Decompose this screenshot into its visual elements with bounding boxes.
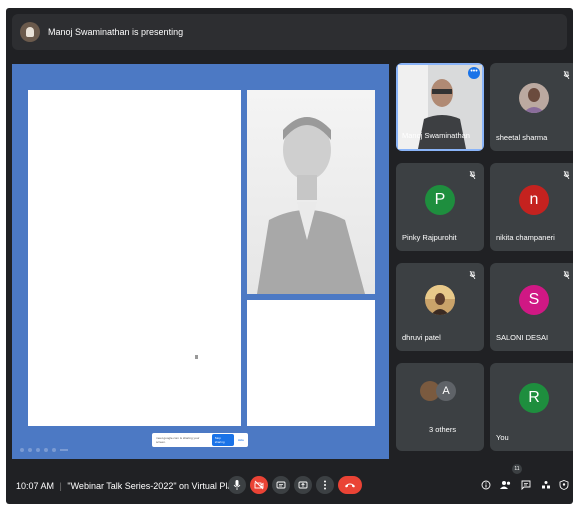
participant-tile-saloni[interactable]: S SALONI DESAI (490, 263, 573, 351)
people-icon (500, 481, 511, 489)
participant-tile-nikita[interactable]: n nikita champaneri (490, 163, 573, 251)
people-button[interactable] (500, 478, 512, 492)
participant-name: 3 others (429, 425, 457, 434)
stop-sharing-button[interactable]: Stop sharing (211, 434, 234, 446)
participant-tile-others[interactable]: A 3 others (396, 363, 484, 451)
presenting-banner: Manoj Swaminathan is presenting (12, 14, 567, 50)
host-controls-button[interactable] (558, 478, 570, 492)
captions-button[interactable] (272, 476, 290, 494)
hide-button[interactable]: Hide (238, 438, 244, 442)
more-options-button[interactable] (316, 476, 334, 494)
presenter-portrait-image (247, 90, 375, 294)
mic-off-icon (563, 271, 570, 279)
sharing-text: meet.google.com is sharing your screen. (156, 436, 200, 444)
participant-tile-dhruvi[interactable]: dhruvi patel (396, 263, 484, 351)
participant-name: sheetal sharma (496, 133, 548, 142)
mic-off-icon (563, 171, 570, 179)
presenting-text: Manoj Swaminathan is presenting (48, 27, 184, 37)
slide-divider-horizontal (247, 294, 375, 300)
participant-tile-manoj[interactable]: ••• Manoj Swaminathan (396, 63, 484, 151)
current-time: 10:07 AM (16, 481, 55, 491)
camera-off-button[interactable] (250, 476, 268, 494)
shared-slide (28, 90, 375, 426)
presenter-avatar (20, 22, 40, 42)
participant-name: dhruvi patel (402, 333, 441, 342)
info-icon (481, 480, 491, 490)
dhruvi-avatar (425, 285, 455, 315)
participant-name: You (496, 433, 509, 442)
activities-button[interactable] (540, 478, 552, 492)
pinky-avatar: P (425, 185, 455, 215)
other-avatar-letter: A (436, 381, 456, 401)
meeting-title: "Webinar Talk Series-2022" on Virtual Pl… (67, 481, 243, 491)
lock-person-icon (559, 480, 569, 490)
meet-window: Manoj Swaminathan is presenting meet.goo… (6, 8, 573, 504)
mouse-cursor (195, 355, 198, 359)
nikita-avatar: n (519, 185, 549, 215)
more-options-icon[interactable]: ••• (468, 67, 480, 79)
camera-off-icon (254, 480, 264, 490)
meeting-info: 10:07 AM | "Webinar Talk Series-2022" on… (16, 481, 242, 491)
slide-toolbar[interactable] (18, 441, 78, 452)
mic-off-icon (469, 171, 476, 179)
captions-icon (276, 481, 286, 489)
participant-name: SALONI DESAI (496, 333, 549, 342)
participant-tile-pinky[interactable]: P Pinky Rajpurohit (396, 163, 484, 251)
separator: | (59, 481, 62, 491)
chat-button[interactable] (520, 478, 532, 492)
microphone-button[interactable] (228, 476, 246, 494)
chat-icon (521, 480, 531, 490)
participant-name: Pinky Rajpurohit (402, 233, 457, 242)
participant-name: Manoj Swaminathan (402, 131, 470, 140)
participant-tile-you[interactable]: R You (490, 363, 573, 451)
saloni-avatar: S (519, 285, 549, 315)
leave-call-button[interactable] (338, 476, 362, 494)
meeting-details-button[interactable] (480, 478, 492, 492)
activities-icon (542, 481, 550, 489)
present-icon (298, 481, 308, 489)
end-call-icon (345, 483, 355, 488)
you-avatar: R (519, 383, 549, 413)
participant-tile-sheetal[interactable]: sheetal sharma (490, 63, 573, 151)
mic-off-icon (563, 71, 570, 79)
bottom-control-bar: 10:07 AM | "Webinar Talk Series-2022" on… (6, 464, 573, 504)
participant-name: nikita champaneri (496, 233, 555, 242)
sharing-notification-bar: meet.google.com is sharing your screen. … (152, 433, 248, 447)
more-vert-icon (324, 480, 326, 490)
sheetal-avatar (519, 83, 549, 113)
microphone-icon (233, 480, 241, 490)
mic-off-icon (469, 271, 476, 279)
screen-share-stage: meet.google.com is sharing your screen. … (12, 64, 389, 459)
people-count-badge: 11 (512, 464, 522, 474)
present-button[interactable] (294, 476, 312, 494)
